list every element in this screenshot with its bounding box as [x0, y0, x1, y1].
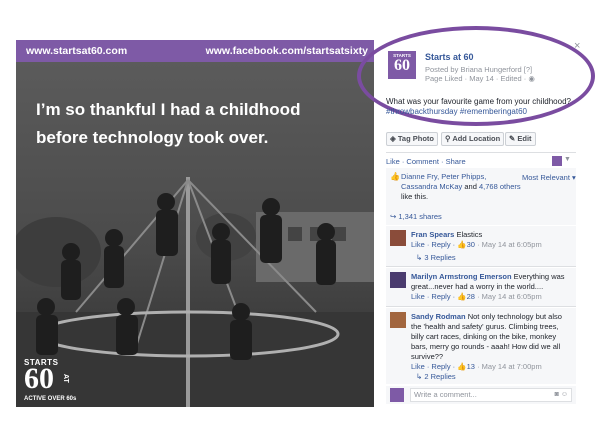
post-meta: Page Liked · May 14 · Edited · ◉: [425, 74, 535, 83]
add-location-button[interactable]: ⚲ Add Location: [441, 132, 505, 146]
commenter-avatar[interactable]: [390, 230, 406, 246]
edit-label: Edit: [517, 134, 532, 143]
tag-icon: ◈: [390, 134, 396, 143]
add-location-label: Add Location: [452, 134, 501, 143]
commenter-name[interactable]: Marilyn Armstrong Emerson: [411, 272, 512, 281]
comment-action-links[interactable]: Like · Reply ·: [411, 240, 455, 249]
reply-arrow-icon: ↳: [416, 253, 423, 262]
comment-time-text: May 14 at 6:05pm: [481, 240, 542, 249]
view-replies-link[interactable]: ↳ 3 Replies: [416, 253, 456, 262]
most-relevant-dropdown[interactable]: Most Relevant ▾: [522, 173, 576, 182]
posted-by: Posted by Briana Hungerford [?]: [425, 65, 533, 74]
photo-quote: I’m so thankful I had a childhood before…: [36, 100, 301, 147]
comment-like-count: 28: [466, 292, 475, 301]
chevron-down-icon[interactable]: ▼: [564, 156, 571, 163]
edit-button[interactable]: ✎ Edit: [505, 132, 536, 146]
starts-at-60-logo: STARTS 60 AT ACTIVE OVER 60s: [22, 358, 80, 407]
divider: [386, 306, 576, 307]
pencil-icon: ✎: [509, 134, 516, 143]
photo-url-bar: www.startsat60.com www.facebook.com/star…: [16, 40, 374, 62]
post-text: What was your favourite game from your c…: [386, 97, 571, 106]
likers-text: Dianne Fry, Peter Phipps, Cassandra McKa…: [401, 172, 521, 202]
comment-like-count: 13: [466, 362, 475, 371]
location-pin-icon: ⚲: [445, 134, 451, 143]
facebook-url: www.facebook.com/startsatsixty: [205, 45, 368, 57]
logo-tagline: ACTIVE OVER 60s: [24, 396, 77, 402]
comment-placeholder: Write a comment...: [414, 390, 477, 399]
globe-icon: ◉: [528, 74, 535, 83]
like-thumb-icon: 👍: [457, 240, 467, 249]
likers-others-link[interactable]: 4,768 others: [479, 182, 521, 191]
camera-icon[interactable]: ◙: [555, 391, 559, 398]
commenter-avatar[interactable]: [390, 312, 406, 328]
post-photo[interactable]: www.startsat60.com www.facebook.com/star…: [16, 40, 374, 407]
comment-time: · May 14 at 7:00pm: [477, 362, 542, 371]
comment-time-text: May 14 at 6:05pm: [481, 292, 542, 301]
comment-item: Fran Spears Elastics Like · Reply · 👍30 …: [386, 226, 576, 266]
like-thumb-icon: 👍: [457, 292, 467, 301]
comment-time-text: May 14 at 7:00pm: [481, 362, 542, 371]
comment-actions[interactable]: Like · Reply · 👍13 · May 14 at 7:00pm: [411, 362, 542, 371]
page-selector-avatar[interactable]: [552, 156, 562, 166]
logo-number: 60: [24, 362, 54, 395]
close-icon[interactable]: ×: [574, 40, 580, 52]
view-replies-link[interactable]: ↳ 2 Replies: [416, 372, 456, 381]
logo-at-text: AT: [62, 374, 69, 383]
shares-count: 1,341 shares: [398, 212, 442, 221]
divider: [386, 152, 576, 153]
commenter-name[interactable]: Fran Spears: [411, 230, 454, 239]
comment-body: Sandy Rodman Not only technology but als…: [411, 312, 571, 372]
comment-input[interactable]: Write a comment... ◙ ☺: [410, 388, 572, 402]
likers-and: and: [464, 182, 477, 191]
page-name-link[interactable]: Starts at 60: [425, 52, 474, 62]
write-comment-bar: Write a comment... ◙ ☺: [386, 386, 576, 404]
like-thumb-icon: 👍: [390, 172, 400, 181]
like-comment-share-links[interactable]: Like · Comment · Share: [386, 157, 466, 166]
comment-text: Elastics: [456, 230, 483, 239]
reply-arrow-icon: ↳: [416, 372, 423, 381]
tag-photo-label: Tag Photo: [397, 134, 434, 143]
post-details-panel: × STARTS 60 Starts at 60 Posted by Brian…: [383, 40, 583, 407]
replies-count: 3 Replies: [424, 253, 456, 262]
comment-actions[interactable]: Like · Reply · 👍30 · May 14 at 6:05pm: [411, 240, 542, 249]
share-icon: ↪: [390, 212, 397, 221]
shares-row[interactable]: ↪ 1,341 shares: [386, 211, 576, 225]
comment-action-links[interactable]: Like · Reply ·: [411, 292, 455, 301]
likes-summary: 👍 Dianne Fry, Peter Phipps, Cassandra Mc…: [386, 168, 576, 211]
likers-suffix: like this.: [401, 192, 429, 201]
comment-item: Marilyn Armstrong Emerson Everything was…: [386, 268, 576, 306]
replies-count: 2 Replies: [424, 372, 456, 381]
tag-photo-button[interactable]: ◈ Tag Photo: [386, 132, 438, 146]
comment-input-icons: ◙ ☺: [555, 389, 568, 401]
comment-like-count: 30: [466, 240, 475, 249]
website-url: www.startsat60.com: [26, 45, 128, 57]
page-avatar[interactable]: STARTS 60: [388, 51, 416, 79]
comment-item: Sandy Rodman Not only technology but als…: [386, 308, 576, 384]
like-thumb-icon: 👍: [457, 362, 467, 371]
comment-time: · May 14 at 6:05pm: [477, 240, 542, 249]
divider: [386, 266, 576, 267]
post-meta-text: Page Liked · May 14 · Edited ·: [425, 74, 527, 83]
commenter-name[interactable]: Sandy Rodman: [411, 312, 466, 321]
post-hashtags[interactable]: #throwbackthursday #rememberingat60: [386, 107, 527, 116]
comment-time: · May 14 at 6:05pm: [477, 292, 542, 301]
emoji-icon[interactable]: ☺: [561, 391, 568, 398]
current-user-avatar: [390, 388, 404, 402]
comment-body: Marilyn Armstrong Emerson Everything was…: [411, 272, 571, 302]
comment-action-links[interactable]: Like · Reply ·: [411, 362, 455, 371]
commenter-avatar[interactable]: [390, 272, 406, 288]
comment-actions[interactable]: Like · Reply · 👍28 · May 14 at 6:05pm: [411, 292, 542, 301]
comment-body: Fran Spears Elastics Like · Reply · 👍30 …: [411, 230, 571, 250]
avatar-number: 60: [394, 57, 410, 74]
